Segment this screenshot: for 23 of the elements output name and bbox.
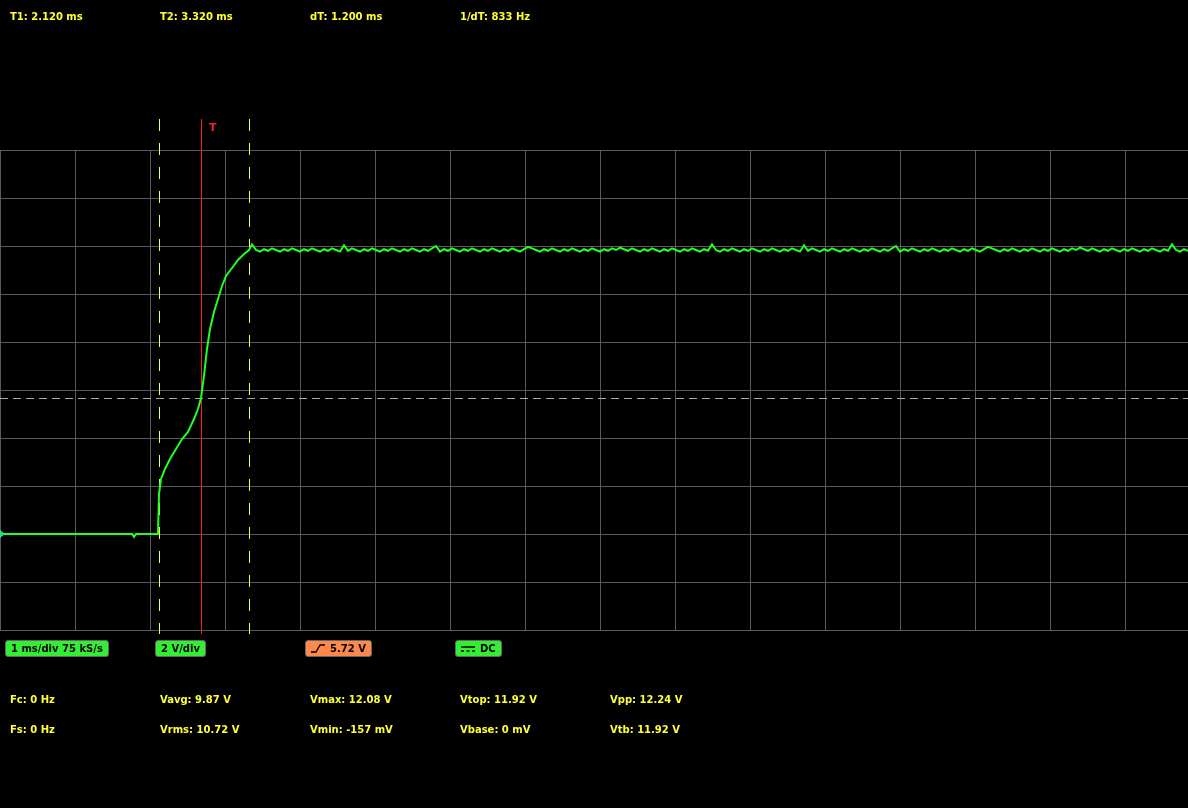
measurement-readout: Vbase: 0 mV [460, 723, 531, 735]
measurement-readout: Vrms: 10.72 V [160, 723, 240, 735]
scope-setting-badge[interactable]: 5.72 V [305, 640, 372, 657]
scope-setting-badge[interactable]: 2 V/div [155, 640, 206, 657]
measurement-readout: Vmin: -157 mV [310, 723, 393, 735]
cursor-readout: dT: 1.200 ms [310, 11, 384, 24]
cursor-readout: T2: 3.320 ms [160, 11, 234, 24]
measurement-readout: Vtop: 11.92 V [460, 693, 537, 705]
scope-setting-badge[interactable]: DC [455, 640, 502, 657]
measurement-readout: Fc: 0 Hz [10, 693, 55, 705]
trigger-marker: T [209, 121, 217, 134]
measurement-readout: Vmax: 12.08 V [310, 693, 392, 705]
cursor-readout: 1/dT: 833 Hz [460, 11, 532, 24]
dc-coupling-icon [461, 645, 475, 652]
scope-setting-badge[interactable]: 1 ms/div 75 kS/s [5, 640, 109, 657]
rising-edge-icon [311, 644, 325, 653]
cursor-line[interactable] [249, 118, 250, 634]
measurement-readout: Vtb: 11.92 V [610, 723, 680, 735]
measurement-readout: Vavg: 9.87 V [160, 693, 231, 705]
measurement-readout: Vpp: 12.24 V [610, 693, 683, 705]
measurement-readout: Fs: 0 Hz [10, 723, 55, 735]
cursor-line[interactable] [159, 118, 160, 634]
cursor-readout: T1: 2.120 ms [10, 11, 84, 24]
